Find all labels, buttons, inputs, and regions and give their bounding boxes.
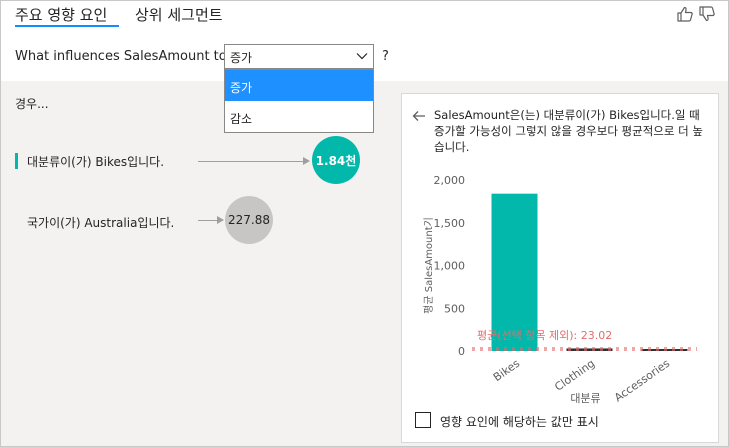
x-tick-label: Clothing <box>552 357 597 394</box>
direction-select[interactable]: 증가 <box>224 44 374 69</box>
direction-select-value: 증가 <box>230 51 253 65</box>
when-label: 경우... <box>15 97 49 111</box>
influencer-bubble-australia[interactable]: 227.88 <box>225 196 273 244</box>
key-influencers-visual: 주요 영향 요인 상위 세그먼트 What influences SalesAm… <box>0 0 729 447</box>
dropdown-option-decrease[interactable]: 감소 <box>225 101 373 132</box>
question-label: What influences SalesAmount to <box>15 49 227 64</box>
bar-bikes <box>491 193 538 351</box>
x-tick-label: Bikes <box>491 357 522 384</box>
influencer-detail-card: SalesAmount은(는) 대분류이(가) Bikes입니다.일 때 증가할… <box>401 93 719 443</box>
detail-description: SalesAmount은(는) 대분류이(가) Bikes입니다.일 때 증가할… <box>434 108 703 154</box>
average-sales-bar-chart: 0 500 1,000 1,500 2,000 평균 SalesAmount기 Bikes C… <box>423 174 697 405</box>
y-axis-label: 평균 SalesAmount기 <box>423 217 435 314</box>
y-tick-label: 1,500 <box>434 217 466 230</box>
arrow-right-icon <box>217 216 224 224</box>
thumbs-up-icon[interactable] <box>676 5 694 23</box>
y-tick-label: 500 <box>444 302 465 315</box>
selected-influencer-marker <box>15 153 18 169</box>
checkbox-label: 영향 요인에 해당하는 값만 표시 <box>440 415 599 429</box>
tab-top-segments[interactable]: 상위 세그먼트 <box>135 5 223 27</box>
reference-line-label: 평균(선택 항목 제외): 23.02 <box>477 329 612 342</box>
direction-dropdown-menu: 증가 감소 <box>224 69 374 133</box>
dropdown-option-increase[interactable]: 증가 <box>225 70 373 101</box>
thumbs-down-icon[interactable] <box>698 5 716 23</box>
influencer-arrow-line <box>198 161 303 162</box>
show-influencer-values-checkbox[interactable] <box>415 412 431 428</box>
influencer-label-australia[interactable]: 국가이(가) Australia입니다. <box>27 214 174 231</box>
help-icon[interactable]: ? <box>382 49 389 64</box>
bar-clothing <box>566 348 613 351</box>
y-tick-label: 2,000 <box>434 174 466 187</box>
arrow-right-icon <box>303 157 310 165</box>
influencer-arrow-line <box>198 220 218 221</box>
x-tick-label: Accessories <box>612 357 672 405</box>
y-tick-label: 0 <box>458 345 465 358</box>
tab-key-influencers[interactable]: 주요 영향 요인 <box>15 5 119 27</box>
chevron-down-icon <box>356 53 368 60</box>
influencer-bubble-bikes[interactable]: 1.84천 <box>312 136 360 184</box>
x-axis-label: 대분류 <box>570 392 600 405</box>
arrow-left-icon[interactable] <box>412 110 426 122</box>
y-tick-label: 1,000 <box>434 260 466 273</box>
influencer-label-bikes[interactable]: 대분류이(가) Bikes입니다. <box>27 153 164 170</box>
